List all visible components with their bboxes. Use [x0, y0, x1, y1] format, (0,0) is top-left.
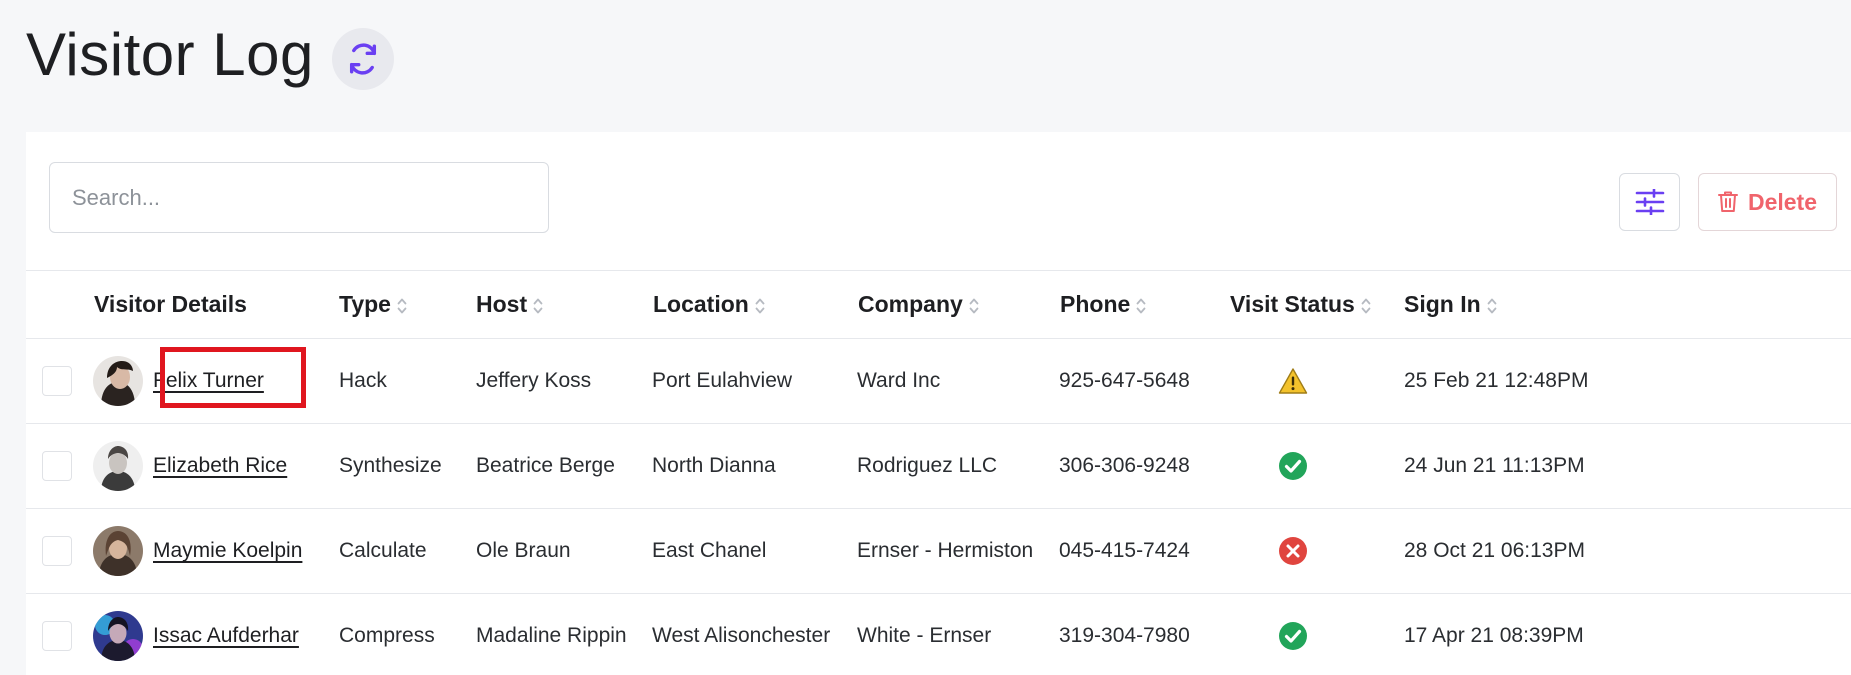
visitor-type: Hack — [339, 369, 387, 392]
column-header-visit-status[interactable]: Visit Status — [1230, 271, 1371, 338]
sort-icon — [533, 298, 543, 313]
visitor-location: North Dianna — [652, 454, 776, 477]
table-row[interactable]: Elizabeth Rice Synthesize Beatrice Berge… — [26, 424, 1851, 509]
refresh-icon — [349, 43, 376, 75]
avatar — [93, 611, 143, 661]
visitor-host: Madaline Rippin — [476, 624, 627, 647]
visitor-phone: 319-304-7980 — [1059, 624, 1190, 647]
visitor-company: Ward Inc — [857, 369, 941, 392]
visitor-type: Synthesize — [339, 454, 442, 477]
sort-icon — [397, 298, 407, 313]
check-circle-icon — [1279, 452, 1307, 480]
visitor-host: Ole Braun — [476, 539, 571, 562]
visitor-location: West Alisonchester — [652, 624, 831, 647]
page-header: Visitor Log — [26, 18, 394, 90]
sliders-icon — [1635, 189, 1664, 215]
table-row[interactable]: Maymie Koelpin Calculate Ole Braun East … — [26, 509, 1851, 594]
page-title: Visitor Log — [26, 20, 314, 88]
sort-icon — [1361, 298, 1371, 313]
trash-icon — [1717, 191, 1738, 212]
row-checkbox[interactable] — [42, 451, 72, 481]
column-header-type[interactable]: Type — [339, 271, 407, 338]
avatar — [93, 526, 143, 576]
sort-icon — [969, 298, 979, 313]
table-header: Visitor Details Type Host Location Compa… — [26, 271, 1851, 339]
visitor-company: White - Ernser — [857, 624, 992, 647]
column-header-phone[interactable]: Phone — [1060, 271, 1146, 338]
filter-button[interactable] — [1619, 173, 1680, 231]
visitor-table: Visitor Details Type Host Location Compa… — [26, 270, 1851, 675]
warning-icon — [1278, 368, 1308, 394]
row-checkbox[interactable] — [42, 366, 72, 396]
avatar — [93, 441, 143, 491]
visitor-host: Jeffery Koss — [476, 369, 592, 392]
delete-button[interactable]: Delete — [1698, 173, 1837, 231]
visitor-phone: 925-647-5648 — [1059, 369, 1190, 392]
x-circle-icon — [1279, 537, 1307, 565]
row-checkbox[interactable] — [42, 536, 72, 566]
visitor-name-link[interactable]: Elizabeth Rice — [153, 454, 287, 478]
table-row[interactable]: Felix Turner Hack Jeffery Koss Port Eula… — [26, 339, 1851, 424]
visitor-host: Beatrice Berge — [476, 454, 615, 477]
visitor-company: Rodriguez LLC — [857, 454, 998, 477]
visitor-type: Compress — [339, 624, 435, 647]
avatar — [93, 356, 143, 406]
visitor-sign-in: 17 Apr 21 08:39PM — [1404, 624, 1584, 647]
column-header-visitor-details: Visitor Details — [94, 291, 247, 317]
row-checkbox[interactable] — [42, 621, 72, 651]
visitor-name-link[interactable]: Issac Aufderhar — [153, 624, 299, 648]
visitor-sign-in: 24 Jun 21 11:13PM — [1404, 454, 1585, 477]
sort-icon — [755, 298, 765, 313]
delete-label: Delete — [1747, 188, 1818, 215]
column-header-host[interactable]: Host — [476, 271, 543, 338]
visitor-name-link[interactable]: Maymie Koelpin — [153, 539, 302, 563]
visitor-log-panel: Delete Visitor Details Type Host Locatio… — [26, 132, 1851, 675]
visitor-sign-in: 25 Feb 21 12:48PM — [1404, 369, 1589, 392]
visitor-company: Ernser - Hermiston — [857, 539, 1034, 562]
visitor-location: East Chanel — [652, 539, 767, 562]
visitor-phone: 045-415-7424 — [1059, 539, 1190, 562]
column-header-company[interactable]: Company — [858, 271, 979, 338]
visitor-name-link[interactable]: Felix Turner — [153, 369, 264, 393]
visitor-phone: 306-306-9248 — [1059, 454, 1190, 477]
search-input[interactable] — [49, 162, 549, 233]
sort-icon — [1487, 298, 1497, 313]
visitor-sign-in: 28 Oct 21 06:13PM — [1404, 539, 1585, 562]
table-row[interactable]: Issac Aufderhar Compress Madaline Rippin… — [26, 594, 1851, 675]
sort-icon — [1136, 298, 1146, 313]
refresh-button[interactable] — [331, 28, 394, 90]
visitor-location: Port Eulahview — [652, 369, 793, 392]
check-circle-icon — [1279, 622, 1307, 650]
visitor-type: Calculate — [339, 539, 427, 562]
column-header-sign-in[interactable]: Sign In — [1404, 271, 1497, 338]
column-header-location[interactable]: Location — [653, 271, 765, 338]
